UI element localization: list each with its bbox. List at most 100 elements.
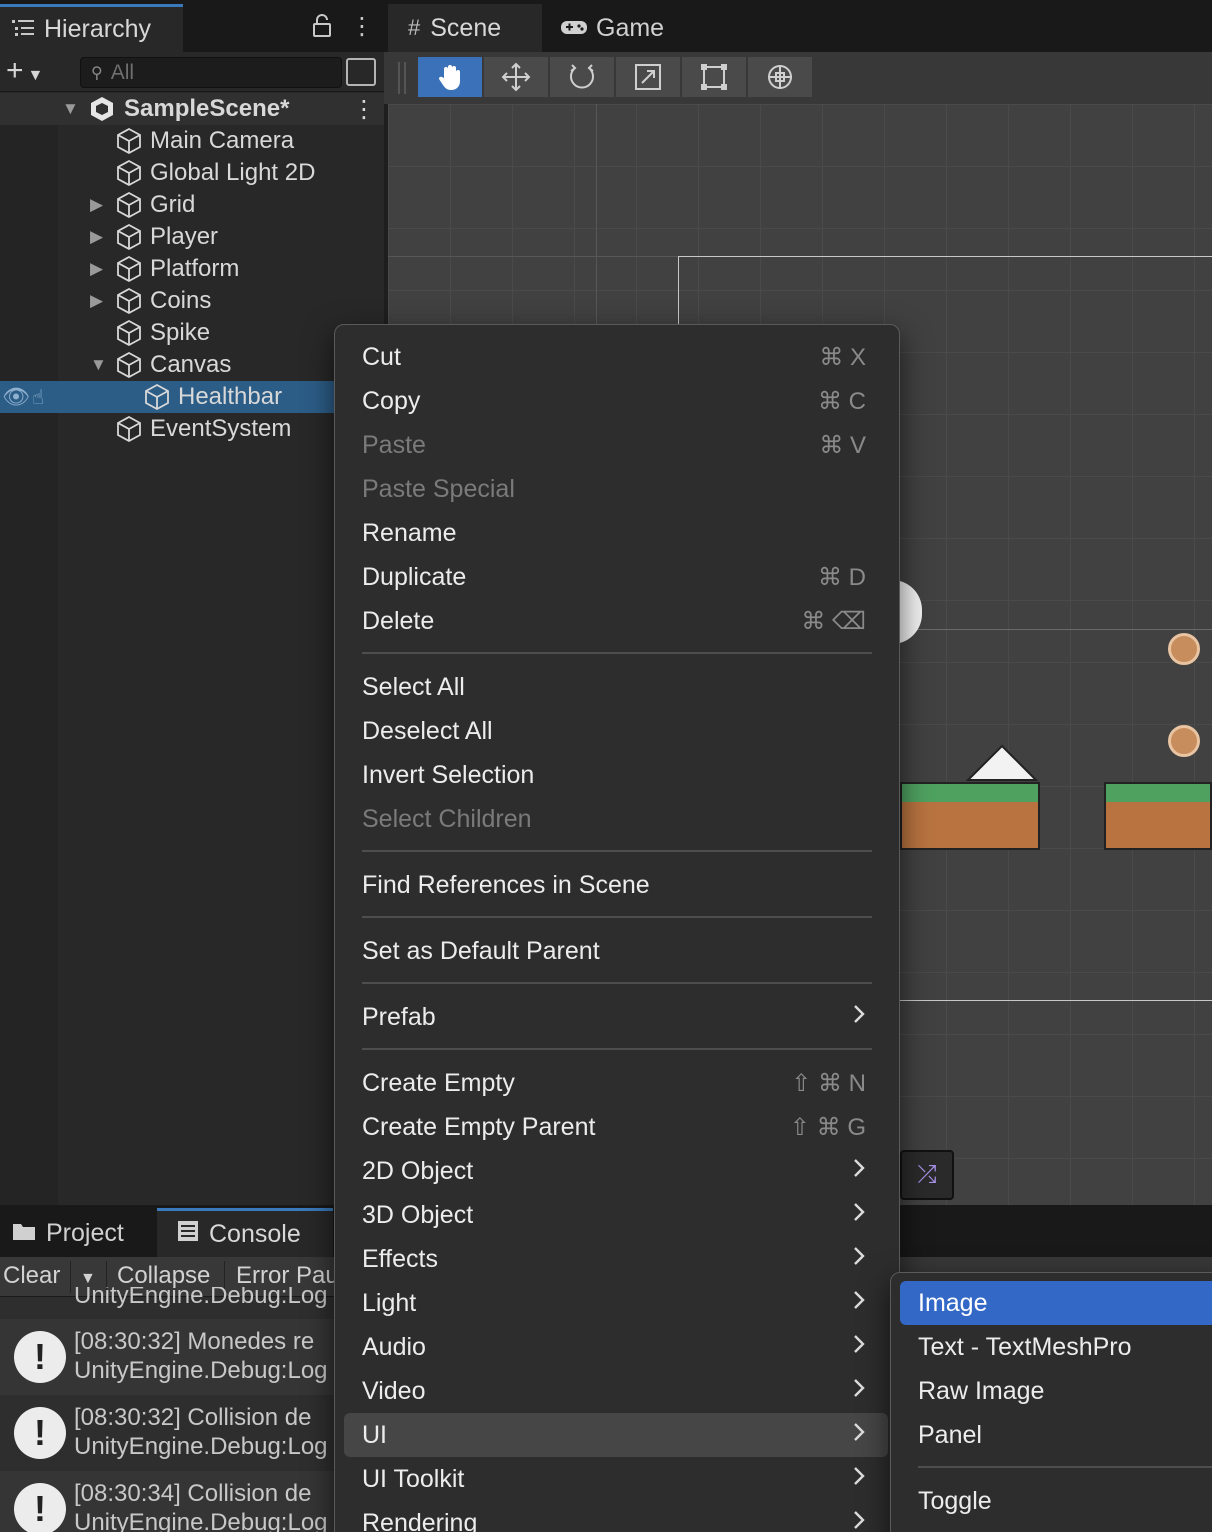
transform-tool-icon[interactable] — [748, 57, 812, 97]
move-tool-icon[interactable] — [484, 57, 548, 97]
submenu-item-image[interactable]: Image — [900, 1281, 1212, 1325]
canvas-border — [678, 256, 1212, 257]
menu-item-set-as-default-parent[interactable]: Set as Default Parent — [344, 929, 888, 973]
menu-item-copy[interactable]: Copy ⌘ C — [344, 379, 888, 423]
hierarchy-menu-icon[interactable]: ⋮ — [350, 12, 374, 41]
menu-item-cut[interactable]: Cut ⌘ X — [344, 335, 888, 379]
submenu-item-panel[interactable]: Panel — [900, 1413, 1212, 1457]
menu-item-invert-selection[interactable]: Invert Selection — [344, 753, 888, 797]
submenu-item-text-textmeshpro[interactable]: Text - TextMeshPro — [900, 1325, 1212, 1369]
hierarchy-item[interactable]: Main Camera — [0, 125, 384, 157]
search-scene-icon[interactable] — [346, 58, 376, 86]
submenu-item-label: Toggle — [918, 1486, 992, 1515]
clear-button[interactable]: Clear — [3, 1262, 60, 1290]
menu-item-2d-object[interactable]: 2D Object — [344, 1149, 888, 1193]
tab-game[interactable]: Game — [560, 4, 664, 52]
log-entry-partial[interactable]: UnityEngine.Debug:Log — [0, 1287, 340, 1319]
log-line: [08:30:32] Monedes re — [74, 1328, 315, 1355]
shuffle-icon[interactable]: ⤮ — [900, 1150, 954, 1200]
menu-item-effects[interactable]: Effects — [344, 1237, 888, 1281]
hierarchy-item[interactable]: ▶ Coins — [0, 285, 384, 317]
menu-item-create-empty-parent[interactable]: Create Empty Parent ⇧ ⌘ G — [344, 1105, 888, 1149]
pickable-hand-icon[interactable]: ☝ — [32, 385, 44, 410]
lock-icon[interactable] — [312, 14, 332, 43]
submenu-item-label: Text - TextMeshPro — [918, 1332, 1132, 1361]
menu-item-light[interactable]: Light — [344, 1281, 888, 1325]
submenu-item-toggle[interactable]: Toggle — [900, 1479, 1212, 1523]
menu-item-label: Effects — [362, 1244, 438, 1273]
menu-item-label: Paste — [362, 430, 426, 459]
menu-item-shortcut: ⌘ ⌫ — [801, 607, 866, 635]
log-entry[interactable]: ! [08:30:34] Collision de UnityEngine.De… — [0, 1471, 340, 1532]
menu-item-label: Select Children — [362, 804, 532, 833]
menu-item-rendering[interactable]: Rendering — [344, 1501, 888, 1532]
chevron-right-icon — [852, 1465, 866, 1494]
menu-item-label: Rendering — [362, 1508, 478, 1532]
menu-item-label: Deselect All — [362, 716, 493, 745]
menu-item-label: Invert Selection — [362, 760, 535, 789]
menu-item-3d-object[interactable]: 3D Object — [344, 1193, 888, 1237]
collapsed-arrow-icon[interactable]: ▶ — [90, 195, 103, 215]
warning-icon: ! — [14, 1483, 66, 1532]
platform-sprite — [900, 782, 1040, 850]
menu-item-prefab[interactable]: Prefab — [344, 995, 888, 1039]
add-dropdown-button[interactable]: + ▼ — [6, 56, 43, 91]
error-pause-button[interactable]: Error Pau — [236, 1262, 339, 1290]
log-entry[interactable]: ! [08:30:32] Monedes re UnityEngine.Debu… — [0, 1319, 340, 1395]
clear-options-chevron-icon[interactable]: ▼ — [80, 1270, 96, 1288]
chevron-right-icon — [852, 1377, 866, 1406]
log-line: [08:30:32] Collision de — [74, 1404, 312, 1431]
menu-item-label: Set as Default Parent — [362, 936, 600, 965]
scene-root-row[interactable]: ▼ SampleScene* ⋮ — [0, 93, 384, 125]
menu-item-label: Video — [362, 1376, 426, 1405]
menu-item-find-references-in-scene[interactable]: Find References in Scene — [344, 863, 888, 907]
collapsed-arrow-icon[interactable]: ▶ — [90, 227, 103, 247]
submenu-separator — [918, 1466, 1212, 1468]
project-tab-label: Project — [46, 1219, 124, 1247]
hierarchy-item[interactable]: Spike — [0, 317, 384, 349]
menu-item-label: Audio — [362, 1332, 426, 1361]
menu-item-ui[interactable]: UI — [344, 1413, 888, 1457]
hierarchy-item-label: Coins — [150, 287, 212, 314]
collapse-button[interactable]: Collapse — [117, 1262, 210, 1290]
scene-menu-icon[interactable]: ⋮ — [352, 95, 376, 124]
menu-item-rename[interactable]: Rename — [344, 511, 888, 555]
hierarchy-item[interactable]: ▶ Grid — [0, 189, 384, 221]
menu-item-select-all[interactable]: Select All — [344, 665, 888, 709]
tab-hierarchy[interactable]: Hierarchy — [0, 4, 183, 52]
rect-tool-icon[interactable] — [682, 57, 746, 97]
hierarchy-item-label: Global Light 2D — [150, 159, 316, 186]
rotate-tool-icon[interactable] — [550, 57, 614, 97]
collapsed-arrow-icon[interactable]: ▶ — [90, 259, 103, 279]
hand-tool-icon[interactable] — [418, 57, 482, 97]
visibility-eye-icon[interactable]: 👁 — [2, 384, 30, 410]
menu-item-audio[interactable]: Audio — [344, 1325, 888, 1369]
hierarchy-search-input[interactable]: ⚲ All — [80, 57, 342, 88]
scale-tool-icon[interactable] — [616, 57, 680, 97]
chevron-down-icon: ▼ — [27, 67, 44, 84]
menu-item-duplicate[interactable]: Duplicate ⌘ D — [344, 555, 888, 599]
scene-tab-label: Scene — [430, 13, 502, 42]
menu-item-deselect-all[interactable]: Deselect All — [344, 709, 888, 753]
console-tab-label: Console — [209, 1219, 301, 1248]
tab-project[interactable]: Project — [0, 1210, 155, 1257]
log-entry[interactable]: ! [08:30:32] Collision de UnityEngine.De… — [0, 1395, 340, 1471]
menu-item-ui-toolkit[interactable]: UI Toolkit — [344, 1457, 888, 1501]
menu-item-video[interactable]: Video — [344, 1369, 888, 1413]
hierarchy-item[interactable]: ▶ Player — [0, 221, 384, 253]
hierarchy-item[interactable]: ▼ Canvas — [0, 349, 384, 381]
menu-separator — [362, 1048, 872, 1050]
tab-console[interactable]: Console — [157, 1208, 333, 1257]
hierarchy-item[interactable]: EventSystem — [0, 413, 384, 445]
hierarchy-item[interactable]: Global Light 2D — [0, 157, 384, 189]
hierarchy-item[interactable]: ▶ Platform — [0, 253, 384, 285]
tab-scene[interactable]: # Scene — [388, 4, 542, 52]
menu-item-delete[interactable]: Delete ⌘ ⌫ — [344, 599, 888, 643]
expanded-arrow-icon[interactable]: ▼ — [90, 355, 107, 375]
menu-item-paste: Paste ⌘ V — [344, 423, 888, 467]
menu-item-create-empty[interactable]: Create Empty ⇧ ⌘ N — [344, 1061, 888, 1105]
collapsed-arrow-icon[interactable]: ▶ — [90, 291, 103, 311]
hierarchy-item[interactable]: 👁 ☝ Healthbar — [0, 381, 334, 413]
submenu-item-raw-image[interactable]: Raw Image — [900, 1369, 1212, 1413]
expand-arrow-icon[interactable]: ▼ — [62, 99, 79, 119]
